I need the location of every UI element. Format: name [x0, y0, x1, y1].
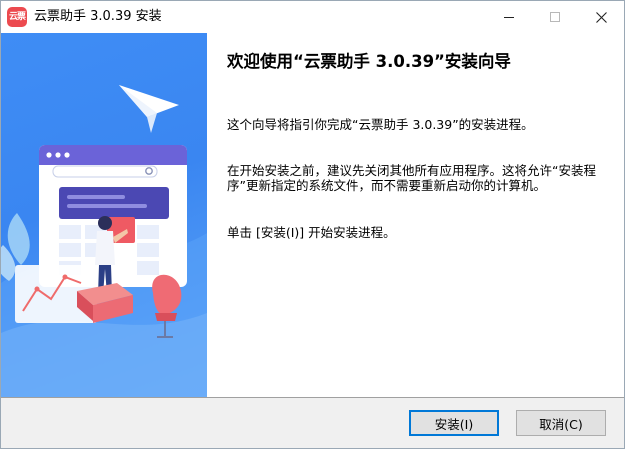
maximize-button[interactable] [532, 1, 578, 33]
minimize-icon [504, 16, 514, 18]
paper-plane-icon [119, 85, 179, 133]
minimize-button[interactable] [486, 1, 532, 33]
banner-illustration [1, 85, 207, 397]
installer-window: 云票 云票助手 3.0.39 安装 欢迎使用“云票助手 3.0.39”安装向导 … [0, 0, 625, 449]
cancel-button[interactable]: 取消(C) [516, 410, 606, 436]
maximize-icon [550, 12, 560, 22]
button-bar: 安装(I) 取消(C) [1, 398, 624, 448]
click-install-paragraph: 单击 [安装(I)] 开始安装进程。 [227, 225, 396, 240]
title-bar[interactable]: 云票 云票助手 3.0.39 安装 [1, 1, 624, 33]
install-button[interactable]: 安装(I) [409, 410, 499, 436]
intro-paragraph: 这个向导将指引你完成“云票助手 3.0.39”的安装进程。 [227, 117, 534, 132]
close-icon [595, 11, 607, 23]
close-apps-paragraph: 在开始安装之前，建议先关闭其他所有应用程序。这将允许“安装程序”更新指定的系统文… [227, 163, 596, 193]
welcome-content: 欢迎使用“云票助手 3.0.39”安装向导 这个向导将指引你完成“云票助手 3.… [207, 33, 624, 397]
window-title: 云票助手 3.0.39 安装 [34, 9, 162, 24]
welcome-banner [1, 33, 207, 397]
close-button[interactable] [578, 1, 624, 33]
app-logo-icon: 云票 [7, 7, 27, 27]
welcome-heading: 欢迎使用“云票助手 3.0.39”安装向导 [227, 52, 511, 71]
